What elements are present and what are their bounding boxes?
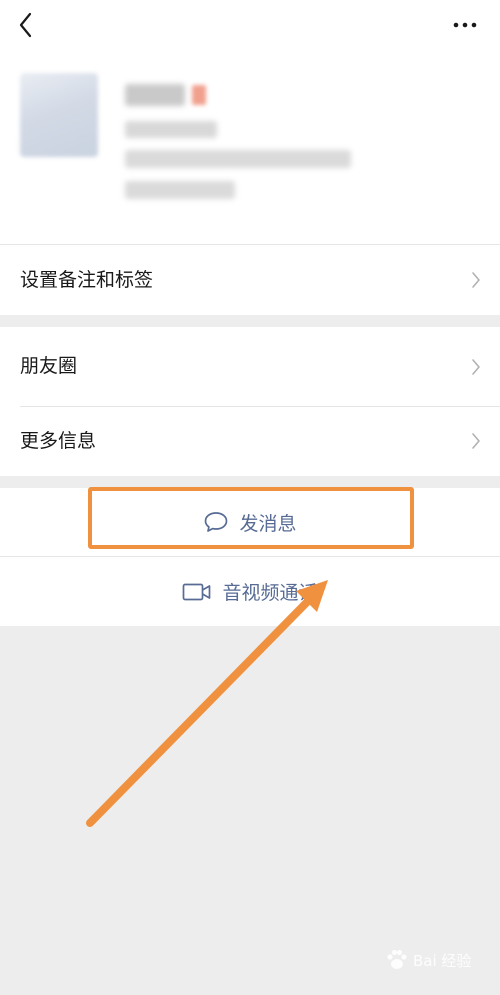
remark-and-tags-label: 设置备注和标签	[20, 269, 154, 291]
back-button[interactable]	[10, 8, 44, 42]
chevron-right-icon	[472, 272, 480, 288]
chevron-right-icon	[472, 433, 480, 449]
profile-region-blurred	[125, 181, 235, 199]
more-options-button[interactable]	[446, 10, 486, 40]
paw-logo-icon	[387, 949, 407, 969]
remark-and-tags-row[interactable]: 设置备注和标签	[0, 245, 500, 315]
av-call-row: 音视频通话	[0, 557, 500, 626]
profile-nickname-blurred	[125, 121, 217, 138]
chevron-left-icon	[19, 12, 32, 38]
gender-badge-blurred	[192, 85, 206, 105]
moments-row[interactable]: 朋友圈	[0, 327, 500, 407]
more-info-row[interactable]: 更多信息	[0, 407, 500, 476]
av-call-label: 音视频通话	[222, 582, 318, 604]
av-call-button[interactable]: 音视频通话	[0, 557, 500, 626]
chevron-right-icon	[472, 359, 480, 375]
profile-wechat-id-blurred	[125, 150, 351, 168]
profile-header	[0, 0, 500, 245]
watermark-text: Bai 经验	[413, 951, 472, 970]
more-dots-icon	[453, 22, 477, 28]
more-info-label: 更多信息	[20, 430, 97, 452]
video-camera-icon	[183, 583, 211, 600]
baidu-jingyan-watermark: Bai 经验	[384, 940, 494, 980]
profile-name-blurred	[125, 84, 185, 106]
tutorial-highlight-box	[88, 487, 414, 549]
avatar[interactable]	[20, 73, 98, 157]
moments-label: 朋友圈	[20, 355, 78, 377]
